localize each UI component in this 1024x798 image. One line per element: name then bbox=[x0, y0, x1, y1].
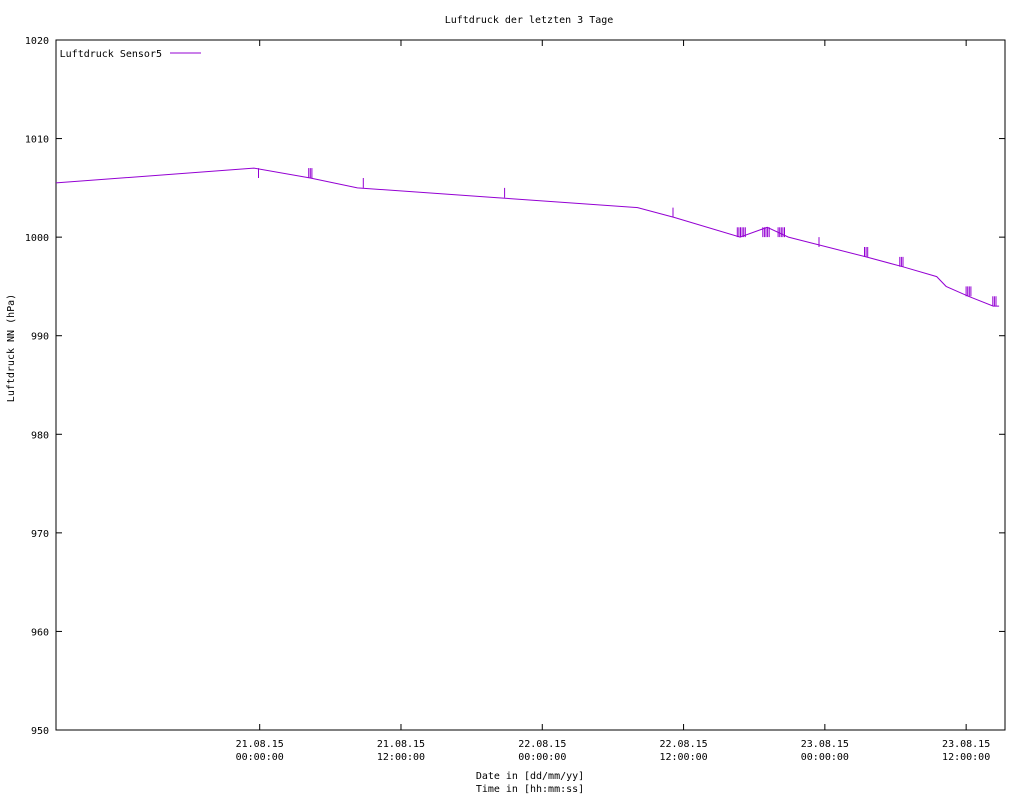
x-tick-label-date: 21.08.15 bbox=[236, 739, 284, 750]
x-tick-label-time: 00:00:00 bbox=[801, 752, 849, 763]
y-tick-label: 970 bbox=[31, 529, 49, 540]
x-axis: 21.08.15 00:00:00 21.08.15 12:00:00 22.08.15… bbox=[236, 40, 990, 763]
x-tick-label-time: 00:00:00 bbox=[236, 752, 284, 763]
x-tick-label-time: 12:00:00 bbox=[377, 752, 425, 763]
x-tick-label-date: 22.08.15 bbox=[518, 739, 566, 750]
y-axis-label: Luftdruck NN (hPa) bbox=[6, 294, 17, 402]
x-tick-label-time: 12:00:00 bbox=[659, 752, 707, 763]
legend: Luftdruck Sensor5 bbox=[60, 49, 201, 60]
y-tick-label: 1020 bbox=[25, 36, 49, 47]
y-tick-label: 990 bbox=[31, 332, 49, 343]
x-tick-label-date: 23.08.15 bbox=[942, 739, 990, 750]
x-axis-label-date: Date in [dd/mm/yy] bbox=[476, 771, 584, 782]
x-tick-label-date: 21.08.15 bbox=[377, 739, 425, 750]
x-tick-label-date: 22.08.15 bbox=[659, 739, 707, 750]
x-axis-label-time: Time in [hh:mm:ss] bbox=[476, 784, 584, 795]
pressure-chart: Luftdruck der letzten 3 Tage 950 960 970 98… bbox=[6, 15, 1006, 795]
chart-title: Luftdruck der letzten 3 Tage bbox=[445, 15, 614, 26]
y-tick-label: 960 bbox=[31, 627, 49, 638]
y-tick-label: 950 bbox=[31, 726, 49, 737]
y-axis: 950 960 970 980 990 1000 1010 1020 bbox=[25, 36, 1005, 737]
legend-label: Luftdruck Sensor5 bbox=[60, 49, 162, 60]
y-tick-label: 980 bbox=[31, 430, 49, 441]
y-tick-label: 1010 bbox=[25, 135, 49, 146]
series-line bbox=[55, 167, 1000, 307]
x-tick-label-date: 23.08.15 bbox=[801, 739, 849, 750]
y-tick-label: 1000 bbox=[25, 233, 49, 244]
x-tick-label-time: 00:00:00 bbox=[518, 752, 566, 763]
series-layer bbox=[55, 167, 1000, 307]
plot-frame bbox=[55, 39, 1006, 731]
x-tick-label-time: 12:00:00 bbox=[942, 752, 990, 763]
plot-frame-group bbox=[55, 39, 1006, 731]
